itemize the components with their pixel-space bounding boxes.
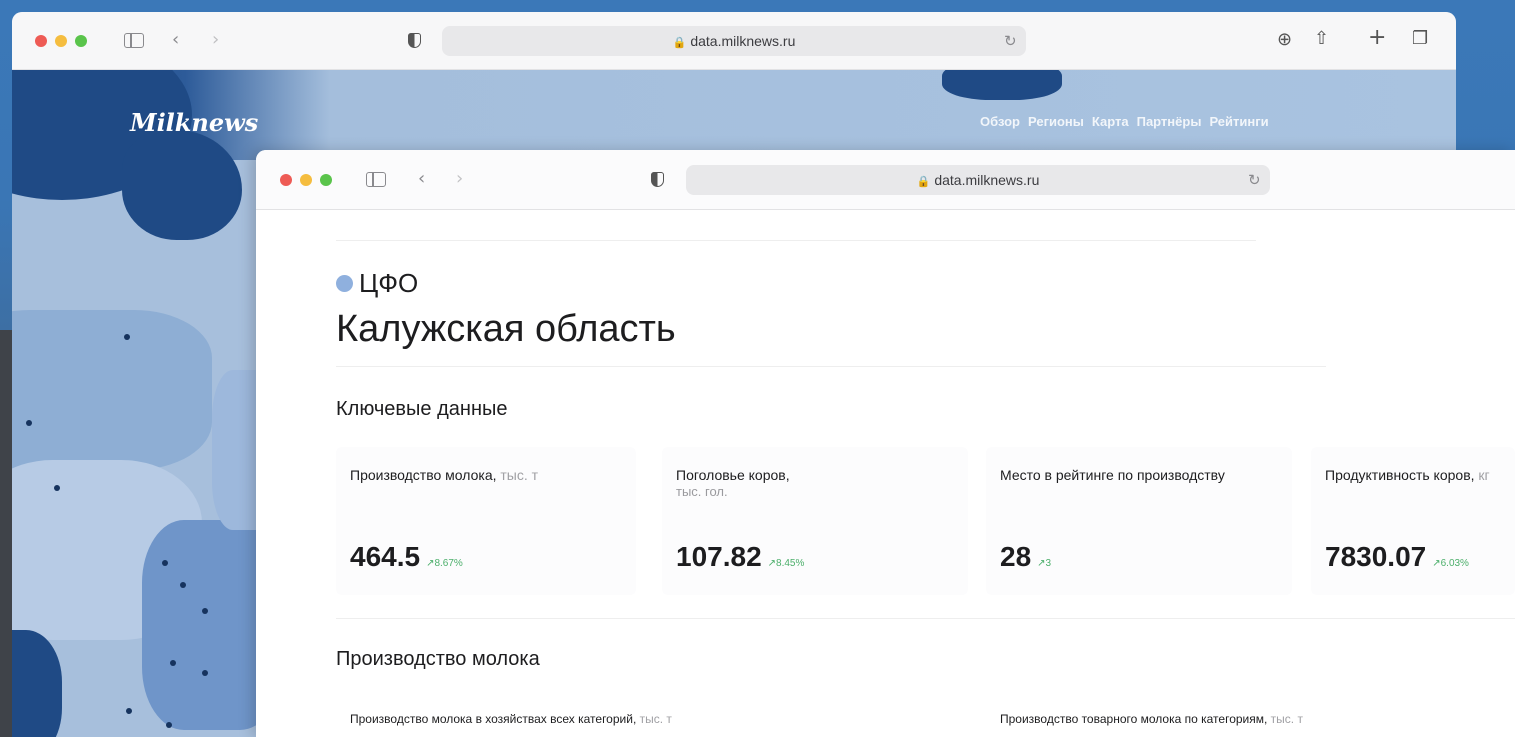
map-region-shape — [12, 310, 212, 470]
district-name: ЦФО — [359, 268, 419, 298]
metric-card-milk-production: Производство молока, тыс. т 464.5 ↗8.67% — [336, 447, 636, 595]
lock-icon: 🔒 — [916, 176, 931, 188]
chart-unit: тыс. т — [639, 712, 672, 726]
metric-value: 464.5 ↗8.67% — [350, 541, 463, 573]
lock-icon: 🔒 — [672, 37, 687, 49]
download-icon[interactable]: ⊕ — [1277, 31, 1292, 49]
map-city-marker[interactable] — [162, 560, 168, 566]
metric-card-production-rank: Место в рейтинге по производству 28 ↗3 — [986, 447, 1292, 595]
address-bar[interactable]: 🔒 data.milknews.ru — [686, 165, 1270, 195]
minimize-window-button[interactable] — [55, 35, 67, 47]
metric-value: 7830.07 ↗6.03% — [1325, 541, 1469, 573]
map-city-marker[interactable] — [26, 420, 32, 426]
map-city-marker[interactable] — [202, 608, 208, 614]
region-page-content: ЦФО Калужская область Ключевые данные Пр… — [256, 210, 1515, 737]
sidebar-toggle-icon[interactable] — [366, 172, 386, 187]
chart-label-text: Производство товарного молока по категор… — [1000, 712, 1268, 726]
district-heading: ЦФО — [336, 268, 418, 299]
metric-label-text: Производство молока, — [350, 467, 497, 483]
address-url: data.milknews.ru — [690, 33, 796, 49]
nav-map[interactable]: Карта — [1092, 114, 1129, 129]
metric-value: 107.82 ↗8.45% — [676, 541, 804, 573]
metric-card-cow-productivity: Продуктивность коров, кг 7830.07 ↗6.03% — [1311, 447, 1515, 595]
map-city-marker[interactable] — [124, 334, 130, 340]
map-region-shape — [942, 70, 1062, 100]
metric-unit: кг — [1478, 467, 1490, 483]
district-color-dot — [336, 275, 353, 292]
zoom-window-button[interactable] — [320, 174, 332, 186]
metric-label: Производство молока, тыс. т — [350, 467, 538, 483]
metric-card-cow-population: Поголовье коров, тыс. гол. 107.82 ↗8.45% — [662, 447, 968, 595]
back-browser-toolbar: ‹ › 🔒 data.milknews.ru ↻ ⊕ ⇧ + ❐ — [12, 12, 1456, 70]
milknews-logo[interactable]: Milknews — [130, 108, 258, 137]
map-city-marker[interactable] — [202, 670, 208, 676]
privacy-shield-icon[interactable] — [408, 33, 421, 48]
back-arrow-icon[interactable]: ‹ — [172, 31, 179, 49]
metric-delta: ↗8.45% — [767, 558, 805, 569]
metric-label-text: Поголовье коров, — [676, 467, 790, 483]
sidebar-toggle-icon[interactable] — [124, 33, 144, 48]
nav-ratings[interactable]: Рейтинги — [1209, 114, 1268, 129]
chart-label-commercial-milk: Производство товарного молока по категор… — [1000, 712, 1303, 726]
divider — [336, 240, 1256, 241]
metric-delta: ↗6.03% — [1432, 558, 1469, 569]
front-browser-window: ‹ › 🔒 data.milknews.ru ↻ ЦФО Калужская об… — [256, 150, 1515, 737]
page-title: Калужская область — [336, 308, 676, 350]
reload-icon[interactable]: ↻ — [1004, 32, 1017, 50]
site-navigation: Обзор Регионы Карта Партнёры Рейтинги — [980, 114, 1269, 129]
forward-arrow-icon[interactable]: › — [456, 170, 463, 188]
share-icon[interactable]: ⇧ — [1314, 30, 1329, 48]
chart-unit: тыс. т — [1270, 712, 1303, 726]
milk-production-heading: Производство молока — [336, 648, 540, 670]
metric-label: Поголовье коров, тыс. гол. — [676, 467, 790, 499]
address-url: data.milknews.ru — [934, 172, 1040, 188]
metric-label-text: Место в рейтинге по производству — [1000, 467, 1225, 483]
metric-value-number: 464.5 — [350, 541, 421, 572]
metric-label: Место в рейтинге по производству — [1000, 467, 1225, 483]
zoom-window-button[interactable] — [75, 35, 87, 47]
metric-value-number: 7830.07 — [1325, 541, 1427, 572]
close-window-button[interactable] — [35, 35, 47, 47]
metric-delta: ↗3 — [1037, 558, 1052, 569]
metric-value-number: 107.82 — [676, 541, 762, 572]
map-city-marker[interactable] — [166, 722, 172, 728]
map-city-marker[interactable] — [180, 582, 186, 588]
nav-overview[interactable]: Обзор — [980, 114, 1020, 129]
nav-regions[interactable]: Регионы — [1028, 114, 1084, 129]
metric-value-number: 28 — [1000, 541, 1032, 572]
address-bar[interactable]: 🔒 data.milknews.ru — [442, 26, 1026, 56]
new-tab-icon[interactable]: + — [1368, 27, 1386, 49]
metric-label: Продуктивность коров, кг — [1325, 467, 1490, 483]
chart-label-text: Производство молока в хозяйствах всех ка… — [350, 712, 637, 726]
close-window-button[interactable] — [280, 174, 292, 186]
map-city-marker[interactable] — [54, 485, 60, 491]
metric-delta: ↗8.67% — [426, 558, 463, 569]
front-browser-toolbar: ‹ › 🔒 data.milknews.ru ↻ — [256, 150, 1515, 210]
divider — [336, 618, 1515, 619]
metric-value: 28 ↗3 — [1000, 541, 1051, 573]
map-city-marker[interactable] — [126, 708, 132, 714]
divider — [336, 366, 1326, 367]
back-arrow-icon[interactable]: ‹ — [418, 170, 425, 188]
metric-unit: тыс. т — [500, 467, 539, 483]
metric-label-text: Продуктивность коров, — [1325, 467, 1475, 483]
privacy-shield-icon[interactable] — [651, 172, 664, 187]
forward-arrow-icon[interactable]: › — [212, 31, 219, 49]
tab-overview-icon[interactable]: ❐ — [1412, 30, 1428, 48]
minimize-window-button[interactable] — [300, 174, 312, 186]
map-city-marker[interactable] — [170, 660, 176, 666]
map-region-shape — [12, 630, 62, 737]
chart-label-all-categories: Производство молока в хозяйствах всех ка… — [350, 712, 672, 726]
reload-icon[interactable]: ↻ — [1248, 171, 1261, 189]
nav-partners[interactable]: Партнёры — [1137, 114, 1202, 129]
key-data-heading: Ключевые данные — [336, 398, 508, 420]
metric-unit: тыс. гол. — [676, 484, 728, 499]
